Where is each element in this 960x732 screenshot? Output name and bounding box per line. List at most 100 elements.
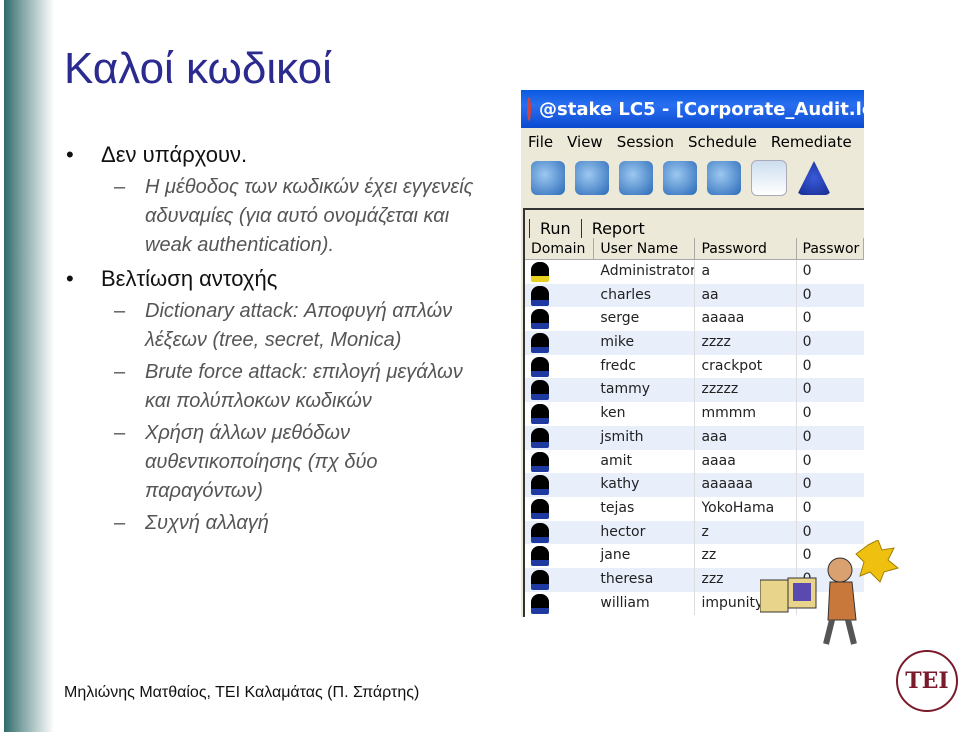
open-session-icon[interactable] (575, 161, 609, 195)
lc5-screenshot: @stake LC5 - [Corporate_Audit.lcs] File V… (521, 90, 864, 617)
password-cell: aa (695, 283, 797, 308)
sub-bullet-text: Dictionary attack: Αποφυγή απλών λέξεων … (145, 300, 453, 351)
sub-bullet: – Brute force attack: επιλογή μεγάλων και… (64, 358, 484, 416)
password-age-cell: 0 (802, 286, 812, 303)
user-account-icon (531, 309, 549, 330)
menu-item[interactable]: View (567, 133, 603, 151)
password-cell: zzzz (695, 331, 797, 355)
toolbar (521, 156, 864, 200)
table-row[interactable]: charles aa 0 (525, 283, 864, 308)
table-row[interactable]: Administrator a 0 (525, 260, 864, 284)
dash-marker: – (114, 422, 126, 444)
app-icon (527, 97, 531, 121)
password-cell: zzzzz (695, 378, 797, 403)
user-account-icon (531, 522, 549, 543)
password-cell: aaaa (695, 449, 797, 474)
table-row[interactable]: ken mmmm 0 (525, 402, 864, 426)
run-icon[interactable] (751, 160, 787, 196)
dash-marker: – (114, 176, 126, 198)
user-account-icon (531, 333, 549, 354)
new-session-icon[interactable] (531, 161, 565, 195)
user-name-cell: hector (594, 520, 696, 545)
user-name-cell: william (594, 591, 696, 616)
slide-body: • Δεν υπάρχουν. – Η μέθοδος των κωδικών έχε… (64, 136, 484, 538)
table-row[interactable]: fredc crackpot 0 (525, 354, 864, 379)
password-age-cell: 0 (802, 405, 812, 422)
sub-bullet: – Η μέθοδος των κωδικών έχει εγγενείς αδυ… (64, 173, 484, 260)
table-row[interactable]: tammy zzzzz 0 (525, 378, 864, 403)
user-account-icon (531, 569, 549, 590)
password-age-cell: 0 (802, 357, 812, 374)
menu-item[interactable]: Remediate (771, 133, 852, 151)
bullet-dot: • (66, 142, 74, 167)
table-row[interactable]: tejas YokoHama 0 (525, 496, 864, 521)
bullet-text: Δεν υπάρχουν. (101, 142, 248, 167)
user-name-cell: jane (594, 544, 696, 568)
password-cell: aaaaaa (695, 473, 797, 497)
user-name-cell: charles (594, 283, 696, 308)
slide-sidebar-gradient (4, 0, 54, 732)
password-age-cell: 0 (802, 499, 812, 516)
window-title: @stake LC5 - [Corporate_Audit.lcs] (539, 98, 864, 120)
dash-marker: – (114, 300, 126, 322)
password-cell: aaaaa (695, 307, 797, 332)
sub-bullet: – Συχνή αλλαγή (64, 509, 484, 538)
user-account-icon (531, 285, 549, 306)
user-name-cell: jsmith (594, 425, 696, 450)
user-account-icon (531, 356, 549, 377)
tab-run[interactable]: Run (529, 219, 581, 238)
password-cell: a (695, 260, 797, 284)
password-cell: aaa (695, 425, 797, 450)
user-account-icon (531, 546, 549, 567)
password-age-cell: 0 (802, 334, 812, 351)
col-password[interactable]: Password (695, 238, 797, 260)
col-password-2[interactable]: Passwor (796, 238, 864, 260)
password-age-cell: 0 (802, 263, 812, 279)
menu-bar: FileViewSessionScheduleRemediateHe (521, 128, 864, 156)
password-cell: crackpot (695, 354, 797, 379)
sub-bullet-text: Συχνή αλλαγή (145, 512, 269, 534)
table-row[interactable]: jsmith aaa 0 (525, 425, 864, 450)
password-age-cell: 0 (802, 452, 812, 469)
user-name-cell: tammy (594, 378, 696, 403)
dash-marker: – (114, 512, 126, 534)
user-name-cell: fredc (594, 354, 696, 379)
user-account-icon (531, 427, 549, 448)
window-title-bar: @stake LC5 - [Corporate_Audit.lcs] (521, 90, 864, 128)
password-cell: mmmm (695, 402, 797, 426)
tei-kalamatas-logo: ΤΕΙ (896, 650, 958, 712)
user-account-icon (531, 380, 549, 401)
sub-bullet: – Dictionary attack: Αποφυγή απλών λέξεων… (64, 297, 484, 355)
slide-title: Καλοί κωδικοί (64, 44, 332, 93)
dash-marker: – (114, 361, 126, 383)
bullet: • Βελτίωση αντοχής (64, 264, 484, 294)
table-row[interactable]: mike zzzz 0 (525, 331, 864, 355)
wizard-icon[interactable] (797, 161, 831, 195)
table-row[interactable]: kathy aaaaaa 0 (525, 473, 864, 497)
hacker-clipart (760, 540, 900, 645)
close-session-icon[interactable] (619, 161, 653, 195)
table-row[interactable]: serge aaaaa 0 (525, 307, 864, 332)
menu-item[interactable]: Session (617, 133, 674, 151)
menu-item[interactable]: File (528, 133, 553, 151)
user-account-icon (531, 475, 549, 496)
bullet-dot: • (66, 266, 74, 291)
table-header: Domain User Name Password Passwor (525, 238, 864, 260)
slide-footer: Μηλιώνης Ματθαίος, ΤΕΙ Καλαμάτας (Π. Σπά… (64, 684, 420, 701)
password-age-cell: 0 (802, 428, 812, 445)
bullet-text: Βελτίωση αντοχής (101, 266, 278, 291)
user-name-cell: serge (594, 307, 696, 332)
user-account-icon (531, 451, 549, 472)
import-icon[interactable] (707, 161, 741, 195)
password-age-cell: 0 (802, 381, 812, 398)
menu-item[interactable]: Schedule (688, 133, 757, 151)
col-domain[interactable]: Domain (525, 238, 595, 260)
user-name-cell: Administrator (594, 260, 696, 284)
bullet: • Δεν υπάρχουν. (64, 140, 484, 170)
save-session-icon[interactable] (663, 161, 697, 195)
col-user-name[interactable]: User Name (594, 238, 696, 260)
user-name-cell: kathy (594, 473, 696, 497)
user-name-cell: ken (594, 402, 696, 426)
tab-report[interactable]: Report (580, 219, 655, 238)
table-row[interactable]: amit aaaa 0 (525, 449, 864, 474)
